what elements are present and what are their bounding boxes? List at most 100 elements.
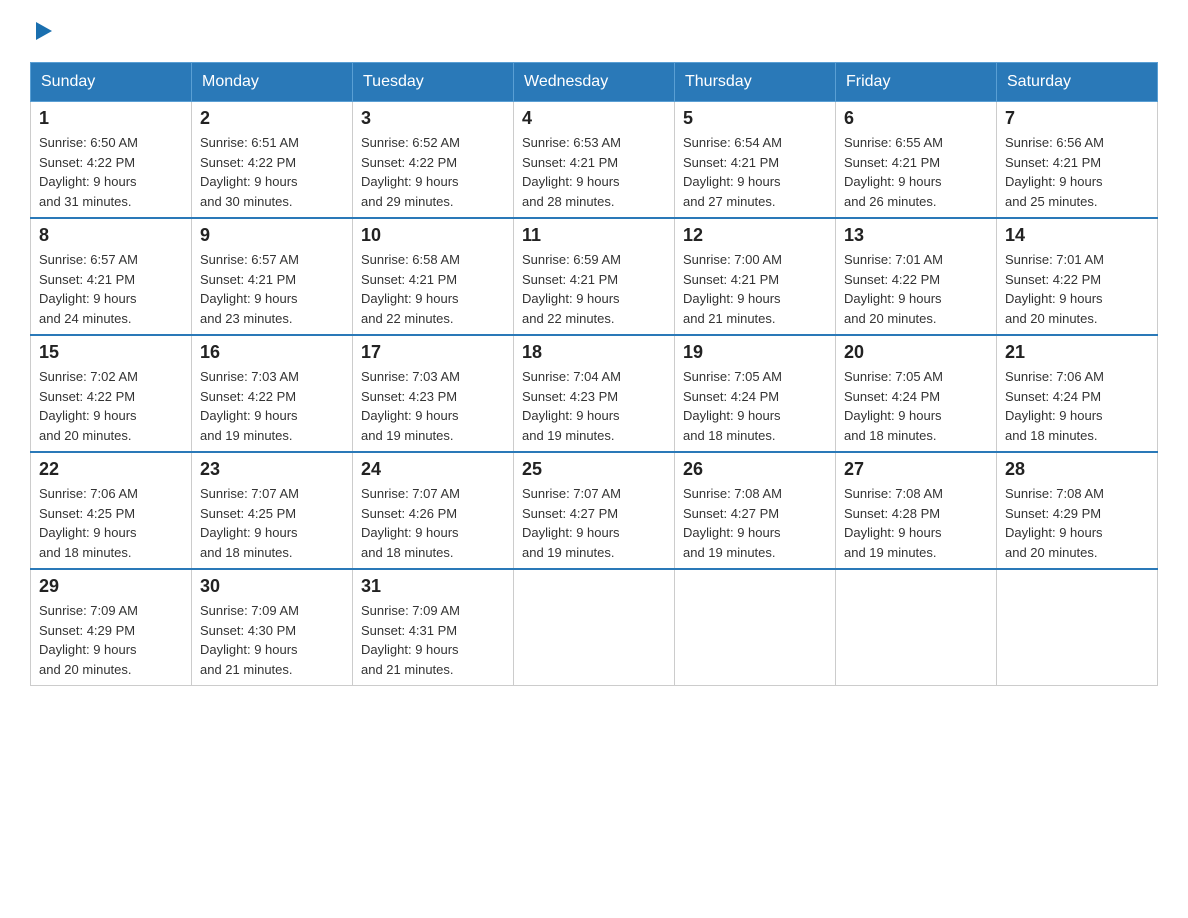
day-number: 17 [361, 342, 505, 363]
calendar-cell: 7 Sunrise: 6:56 AM Sunset: 4:21 PM Dayli… [997, 102, 1158, 219]
calendar-col-header: Thursday [675, 63, 836, 102]
calendar-cell: 17 Sunrise: 7:03 AM Sunset: 4:23 PM Dayl… [353, 335, 514, 452]
day-number: 31 [361, 576, 505, 597]
calendar-cell: 29 Sunrise: 7:09 AM Sunset: 4:29 PM Dayl… [31, 569, 192, 686]
page-header [30, 20, 1158, 42]
calendar-col-header: Friday [836, 63, 997, 102]
calendar-cell: 9 Sunrise: 6:57 AM Sunset: 4:21 PM Dayli… [192, 218, 353, 335]
day-info: Sunrise: 6:58 AM Sunset: 4:21 PM Dayligh… [361, 250, 505, 328]
calendar-cell: 30 Sunrise: 7:09 AM Sunset: 4:30 PM Dayl… [192, 569, 353, 686]
day-info: Sunrise: 7:00 AM Sunset: 4:21 PM Dayligh… [683, 250, 827, 328]
day-info: Sunrise: 6:51 AM Sunset: 4:22 PM Dayligh… [200, 133, 344, 211]
day-info: Sunrise: 7:09 AM Sunset: 4:31 PM Dayligh… [361, 601, 505, 679]
calendar-cell: 26 Sunrise: 7:08 AM Sunset: 4:27 PM Dayl… [675, 452, 836, 569]
day-info: Sunrise: 7:08 AM Sunset: 4:29 PM Dayligh… [1005, 484, 1149, 562]
day-info: Sunrise: 7:02 AM Sunset: 4:22 PM Dayligh… [39, 367, 183, 445]
calendar-col-header: Tuesday [353, 63, 514, 102]
calendar-cell: 21 Sunrise: 7:06 AM Sunset: 4:24 PM Dayl… [997, 335, 1158, 452]
day-number: 9 [200, 225, 344, 246]
calendar-cell [675, 569, 836, 686]
day-info: Sunrise: 6:54 AM Sunset: 4:21 PM Dayligh… [683, 133, 827, 211]
day-number: 13 [844, 225, 988, 246]
calendar-col-header: Wednesday [514, 63, 675, 102]
calendar-cell: 31 Sunrise: 7:09 AM Sunset: 4:31 PM Dayl… [353, 569, 514, 686]
day-info: Sunrise: 7:09 AM Sunset: 4:30 PM Dayligh… [200, 601, 344, 679]
calendar-week-row: 22 Sunrise: 7:06 AM Sunset: 4:25 PM Dayl… [31, 452, 1158, 569]
calendar-cell [514, 569, 675, 686]
day-info: Sunrise: 7:03 AM Sunset: 4:22 PM Dayligh… [200, 367, 344, 445]
calendar-cell: 11 Sunrise: 6:59 AM Sunset: 4:21 PM Dayl… [514, 218, 675, 335]
day-number: 2 [200, 108, 344, 129]
day-number: 22 [39, 459, 183, 480]
calendar-col-header: Monday [192, 63, 353, 102]
calendar-cell: 5 Sunrise: 6:54 AM Sunset: 4:21 PM Dayli… [675, 102, 836, 219]
calendar-col-header: Sunday [31, 63, 192, 102]
day-number: 30 [200, 576, 344, 597]
calendar-cell: 22 Sunrise: 7:06 AM Sunset: 4:25 PM Dayl… [31, 452, 192, 569]
calendar-cell: 28 Sunrise: 7:08 AM Sunset: 4:29 PM Dayl… [997, 452, 1158, 569]
calendar-cell: 3 Sunrise: 6:52 AM Sunset: 4:22 PM Dayli… [353, 102, 514, 219]
day-info: Sunrise: 6:53 AM Sunset: 4:21 PM Dayligh… [522, 133, 666, 211]
calendar-week-row: 29 Sunrise: 7:09 AM Sunset: 4:29 PM Dayl… [31, 569, 1158, 686]
calendar-cell [997, 569, 1158, 686]
day-number: 28 [1005, 459, 1149, 480]
day-number: 11 [522, 225, 666, 246]
day-info: Sunrise: 6:57 AM Sunset: 4:21 PM Dayligh… [39, 250, 183, 328]
day-info: Sunrise: 7:08 AM Sunset: 4:28 PM Dayligh… [844, 484, 988, 562]
day-info: Sunrise: 6:56 AM Sunset: 4:21 PM Dayligh… [1005, 133, 1149, 211]
day-info: Sunrise: 6:57 AM Sunset: 4:21 PM Dayligh… [200, 250, 344, 328]
day-number: 26 [683, 459, 827, 480]
calendar-cell: 8 Sunrise: 6:57 AM Sunset: 4:21 PM Dayli… [31, 218, 192, 335]
day-number: 24 [361, 459, 505, 480]
calendar-cell [836, 569, 997, 686]
calendar-cell: 2 Sunrise: 6:51 AM Sunset: 4:22 PM Dayli… [192, 102, 353, 219]
calendar-week-row: 15 Sunrise: 7:02 AM Sunset: 4:22 PM Dayl… [31, 335, 1158, 452]
day-info: Sunrise: 7:08 AM Sunset: 4:27 PM Dayligh… [683, 484, 827, 562]
day-info: Sunrise: 7:01 AM Sunset: 4:22 PM Dayligh… [844, 250, 988, 328]
day-number: 6 [844, 108, 988, 129]
calendar-cell: 12 Sunrise: 7:00 AM Sunset: 4:21 PM Dayl… [675, 218, 836, 335]
day-number: 8 [39, 225, 183, 246]
calendar-cell: 25 Sunrise: 7:07 AM Sunset: 4:27 PM Dayl… [514, 452, 675, 569]
calendar-cell: 19 Sunrise: 7:05 AM Sunset: 4:24 PM Dayl… [675, 335, 836, 452]
day-info: Sunrise: 7:05 AM Sunset: 4:24 PM Dayligh… [844, 367, 988, 445]
calendar-cell: 13 Sunrise: 7:01 AM Sunset: 4:22 PM Dayl… [836, 218, 997, 335]
calendar-header-row: SundayMondayTuesdayWednesdayThursdayFrid… [31, 63, 1158, 102]
calendar-cell: 4 Sunrise: 6:53 AM Sunset: 4:21 PM Dayli… [514, 102, 675, 219]
day-number: 19 [683, 342, 827, 363]
calendar-cell: 1 Sunrise: 6:50 AM Sunset: 4:22 PM Dayli… [31, 102, 192, 219]
day-number: 16 [200, 342, 344, 363]
logo-triangle-icon [32, 20, 54, 42]
day-number: 21 [1005, 342, 1149, 363]
calendar-cell: 20 Sunrise: 7:05 AM Sunset: 4:24 PM Dayl… [836, 335, 997, 452]
day-info: Sunrise: 7:04 AM Sunset: 4:23 PM Dayligh… [522, 367, 666, 445]
day-number: 10 [361, 225, 505, 246]
day-number: 18 [522, 342, 666, 363]
day-info: Sunrise: 6:59 AM Sunset: 4:21 PM Dayligh… [522, 250, 666, 328]
calendar-week-row: 8 Sunrise: 6:57 AM Sunset: 4:21 PM Dayli… [31, 218, 1158, 335]
calendar-cell: 15 Sunrise: 7:02 AM Sunset: 4:22 PM Dayl… [31, 335, 192, 452]
day-info: Sunrise: 7:07 AM Sunset: 4:26 PM Dayligh… [361, 484, 505, 562]
day-number: 7 [1005, 108, 1149, 129]
calendar-cell: 14 Sunrise: 7:01 AM Sunset: 4:22 PM Dayl… [997, 218, 1158, 335]
day-number: 25 [522, 459, 666, 480]
day-info: Sunrise: 6:50 AM Sunset: 4:22 PM Dayligh… [39, 133, 183, 211]
calendar-table: SundayMondayTuesdayWednesdayThursdayFrid… [30, 62, 1158, 686]
day-number: 3 [361, 108, 505, 129]
day-info: Sunrise: 7:07 AM Sunset: 4:27 PM Dayligh… [522, 484, 666, 562]
day-info: Sunrise: 7:06 AM Sunset: 4:25 PM Dayligh… [39, 484, 183, 562]
calendar-week-row: 1 Sunrise: 6:50 AM Sunset: 4:22 PM Dayli… [31, 102, 1158, 219]
day-info: Sunrise: 7:06 AM Sunset: 4:24 PM Dayligh… [1005, 367, 1149, 445]
day-info: Sunrise: 7:03 AM Sunset: 4:23 PM Dayligh… [361, 367, 505, 445]
day-info: Sunrise: 6:55 AM Sunset: 4:21 PM Dayligh… [844, 133, 988, 211]
day-number: 4 [522, 108, 666, 129]
day-number: 5 [683, 108, 827, 129]
day-info: Sunrise: 7:07 AM Sunset: 4:25 PM Dayligh… [200, 484, 344, 562]
day-number: 14 [1005, 225, 1149, 246]
day-number: 1 [39, 108, 183, 129]
calendar-cell: 23 Sunrise: 7:07 AM Sunset: 4:25 PM Dayl… [192, 452, 353, 569]
day-number: 23 [200, 459, 344, 480]
day-number: 27 [844, 459, 988, 480]
day-number: 29 [39, 576, 183, 597]
day-number: 15 [39, 342, 183, 363]
